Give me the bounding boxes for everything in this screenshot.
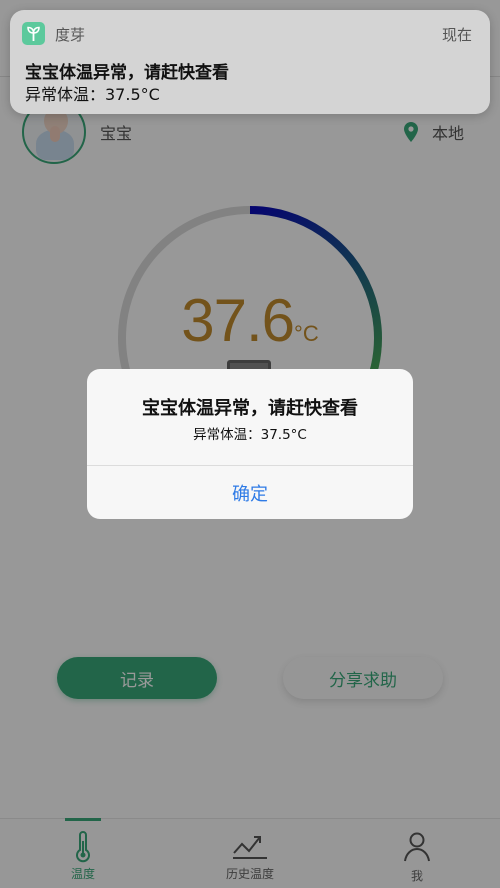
push-notification[interactable]: 度芽 现在 宝宝体温异常，请赶快查看 异常体温：37.5°C xyxy=(10,10,490,114)
notification-body: 异常体温：37.5°C xyxy=(25,85,160,104)
notification-time: 现在 xyxy=(441,26,472,44)
confirm-button[interactable]: 确定 xyxy=(87,466,413,519)
notification-title: 宝宝体温异常，请赶快查看 xyxy=(25,63,229,83)
notification-app-name: 度芽 xyxy=(55,26,86,44)
sprout-icon xyxy=(22,22,45,45)
alert-message: 异常体温：37.5°C xyxy=(193,427,307,443)
alert-title: 宝宝体温异常，请赶快查看 xyxy=(142,398,358,419)
alert-dialog: 宝宝体温异常，请赶快查看 异常体温：37.5°C 确定 xyxy=(87,369,413,519)
